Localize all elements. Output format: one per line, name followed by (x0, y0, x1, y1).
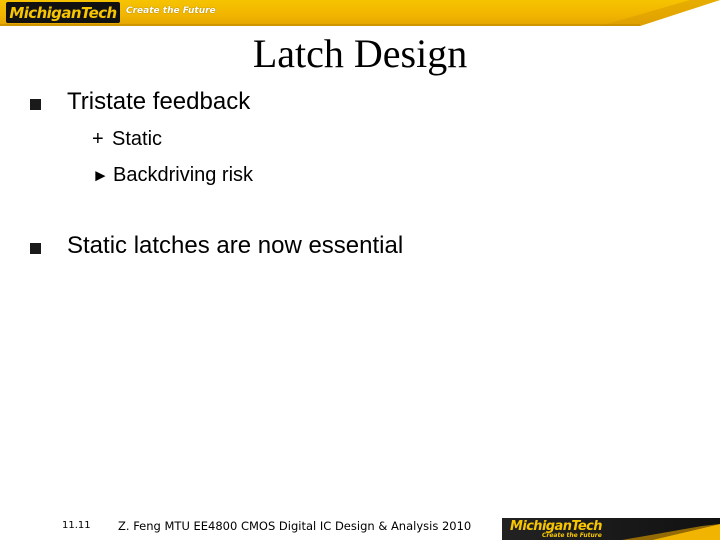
slide-number: 11.11 (62, 520, 91, 531)
slide-title: Latch Design (252, 31, 468, 76)
logo-text: MichiganTech (9, 3, 117, 22)
plus-marker-icon: + (92, 128, 104, 150)
sub-bullet-text: Backdriving risk (113, 164, 254, 186)
sub-bullet-text: Static (112, 128, 163, 150)
michigan-tech-logo: MichiganTech (6, 2, 120, 23)
footer-caption: Z. Feng MTU EE4800 CMOS Digital IC Desig… (118, 519, 472, 533)
footer-logo-tagline: Create the Future (542, 532, 602, 539)
square-bullet-icon (30, 242, 41, 254)
header-tagline: Create the Future (126, 6, 216, 16)
header-banner: MichiganTech Create the Future (0, 0, 720, 26)
sub-bullet-item: + Static (92, 128, 162, 151)
bullet-text: Tristate feedback (67, 88, 251, 115)
bullet-item: Static latches are now essential (30, 232, 403, 260)
sub-bullet-item: ► Backdriving risk (92, 164, 253, 187)
square-bullet-icon (30, 98, 41, 110)
right-triangle-arrow-icon: ► (92, 165, 109, 185)
bullet-item: Tristate feedback (30, 88, 250, 116)
bullet-text: Static latches are now essential (67, 232, 404, 259)
footer-logo: MichiganTech Create the Future (502, 518, 720, 540)
